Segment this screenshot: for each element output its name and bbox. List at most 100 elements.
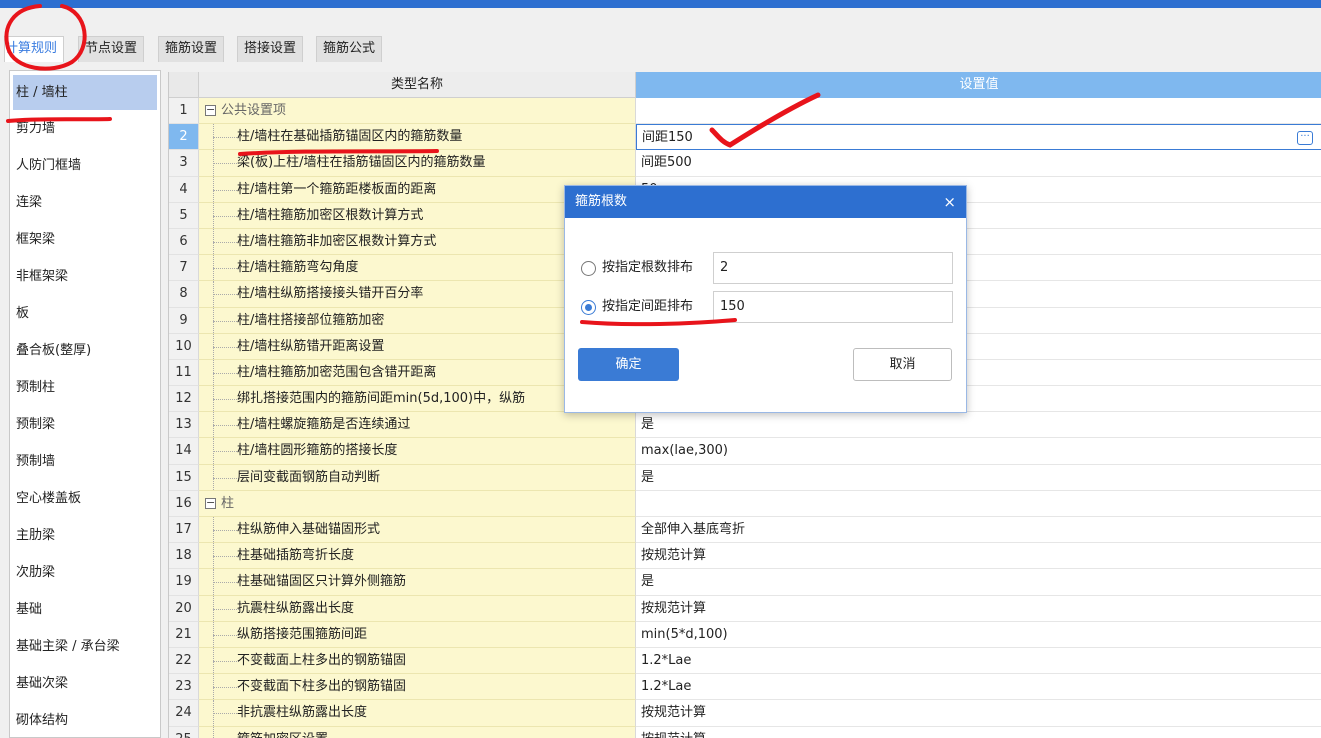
confirm-button[interactable]: 确定 xyxy=(578,348,679,381)
table-row[interactable]: 15 层间变截面钢筋自动判断 是 xyxy=(169,464,1321,491)
collapse-icon[interactable]: − xyxy=(205,104,216,116)
table-row[interactable]: 20 抗震柱纵筋露出长度 按规范计算 xyxy=(169,595,1321,622)
row-type-name-cell: 抗震柱纵筋露出长度 xyxy=(199,595,636,622)
sidebar-item-secondary-rib-beam[interactable]: 次肋梁 xyxy=(10,554,160,591)
table-row[interactable]: 17 柱纵筋伸入基础锚固形式 全部伸入基底弯折 xyxy=(169,517,1321,544)
tree-line xyxy=(205,307,239,333)
sidebar-item-slab[interactable]: 板 xyxy=(10,295,160,332)
sidebar-item-shear-wall[interactable]: 剪力墙 xyxy=(10,110,160,147)
sidebar-item-precast-wall[interactable]: 预制墙 xyxy=(10,443,160,480)
table-row[interactable]: 25 箍筋加密区设置 按规范计算 xyxy=(169,726,1321,738)
table-row[interactable]: 22 不变截面上柱多出的钢筋锚固 1.2*Lae xyxy=(169,647,1321,675)
row-type-name: 柱/墙柱螺旋箍筋是否连续通过 xyxy=(237,417,411,433)
row-number: 8 xyxy=(169,281,199,308)
sidebar-item-main-rib-beam[interactable]: 主肋梁 xyxy=(10,517,160,554)
table-row[interactable]: 13 柱/墙柱螺旋箍筋是否连续通过 是 xyxy=(169,412,1321,439)
row-setting-value-text: 按规范计算 xyxy=(641,732,706,738)
tree-line xyxy=(205,569,239,595)
table-row[interactable]: 3 梁(板)上柱/墙柱在插筋锚固区内的箍筋数量 间距500 xyxy=(169,150,1321,177)
sidebar-item-foundation-main-beam[interactable]: 基础主梁 / 承台梁 xyxy=(10,628,160,665)
row-number: 9 xyxy=(169,307,199,334)
sidebar-item-coupling-beam[interactable]: 连梁 xyxy=(10,184,160,221)
row-setting-value[interactable]: 1.2*Lae xyxy=(636,647,1321,675)
sidebar-item-masonry-structure[interactable]: 砌体结构 xyxy=(10,702,160,737)
row-setting-value[interactable]: 按规范计算 xyxy=(636,543,1321,570)
tab-node-settings[interactable]: 节点设置 xyxy=(78,36,145,62)
table-row[interactable]: 1− 公共设置项 xyxy=(169,98,1321,125)
tree-line xyxy=(205,176,239,202)
table-row[interactable]: 24 非抗震柱纵筋露出长度 按规范计算 xyxy=(169,700,1321,727)
table-row[interactable]: 2 柱/墙柱在基础插筋锚固区内的箍筋数量 间距150 ··· xyxy=(169,124,1321,151)
sidebar-item-column-wall-column[interactable]: 柱 / 墙柱 xyxy=(13,75,157,110)
row-setting-value[interactable]: max(lae,300) xyxy=(636,438,1321,465)
row-type-name: 柱/墙柱纵筋搭接接头错开百分率 xyxy=(237,286,424,302)
tab-stirrup-settings[interactable]: 箍筋设置 xyxy=(158,36,225,62)
tab-calc-rules[interactable]: 计算规则 xyxy=(4,36,65,62)
row-type-name-cell: 柱/墙柱在基础插筋锚固区内的箍筋数量 xyxy=(199,124,636,151)
row-type-name: 不变截面上柱多出的钢筋锚固 xyxy=(237,652,407,668)
row-setting-value[interactable]: 按规范计算 xyxy=(636,726,1321,738)
sidebar-item-foundation[interactable]: 基础 xyxy=(10,591,160,628)
tab-stirrup-formula[interactable]: 箍筋公式 xyxy=(316,36,383,62)
tree-line xyxy=(205,412,239,438)
table-row[interactable]: 19 柱基础锚固区只计算外侧箍筋 是 xyxy=(169,569,1321,596)
tree-line xyxy=(205,595,239,621)
row-type-name: 柱/墙柱搭接部位箍筋加密 xyxy=(237,312,385,328)
row-number: 16 xyxy=(169,490,199,517)
row-number: 18 xyxy=(169,543,199,570)
row-number: 25 xyxy=(169,726,199,738)
row-setting-value[interactable]: 1.2*Lae xyxy=(636,674,1321,701)
count-input[interactable]: 2 xyxy=(713,252,953,284)
row-setting-value[interactable]: 按规范计算 xyxy=(636,595,1321,622)
close-icon[interactable]: × xyxy=(943,186,956,218)
sidebar-item-civil-defense-door-frame[interactable]: 人防门框墙 xyxy=(10,147,160,184)
table-row[interactable]: 16− 柱 xyxy=(169,490,1321,517)
row-type-name: 层间变截面钢筋自动判断 xyxy=(237,469,381,485)
row-setting-value[interactable]: 是 xyxy=(636,464,1321,491)
row-type-name-cell: 非抗震柱纵筋露出长度 xyxy=(199,700,636,727)
row-type-name-cell: 柱基础锚固区只计算外侧箍筋 xyxy=(199,569,636,596)
dialog-title: 箍筋根数 xyxy=(575,194,628,209)
tree-line xyxy=(205,464,239,490)
collapse-icon[interactable]: − xyxy=(205,497,216,509)
table-row[interactable]: 14 柱/墙柱圆形箍筋的搭接长度 max(lae,300) xyxy=(169,438,1321,465)
sidebar-item-composite-slab[interactable]: 叠合板(整厚) xyxy=(10,332,160,369)
row-setting-value[interactable] xyxy=(636,98,1321,125)
radio-by-count[interactable] xyxy=(581,261,596,276)
row-setting-value-text: max(lae,300) xyxy=(641,443,728,459)
tree-line xyxy=(205,517,239,543)
table-row[interactable]: 21 纵筋搭接范围箍筋间距 min(5*d,100) xyxy=(169,621,1321,648)
ellipsis-icon[interactable]: ··· xyxy=(1297,131,1313,146)
dialog-title-bar: 箍筋根数 × xyxy=(565,186,966,218)
row-type-name: 纵筋搭接范围箍筋间距 xyxy=(237,626,368,642)
sidebar-item-foundation-secondary-beam[interactable]: 基础次梁 xyxy=(10,665,160,702)
option-by-count-label: 按指定根数排布 xyxy=(602,260,694,275)
spacing-input[interactable]: 150 xyxy=(713,291,953,323)
row-setting-value[interactable]: min(5*d,100) xyxy=(636,621,1321,648)
sidebar-item-precast-beam[interactable]: 预制梁 xyxy=(10,406,160,443)
radio-by-spacing[interactable] xyxy=(581,300,596,315)
tree-line xyxy=(205,726,235,738)
row-setting-value[interactable]: 间距500 xyxy=(636,150,1321,177)
table-row[interactable]: 18 柱基础插筋弯折长度 按规范计算 xyxy=(169,543,1321,570)
row-number: 12 xyxy=(169,386,199,413)
row-setting-value[interactable]: 全部伸入基底弯折 xyxy=(636,517,1321,544)
sidebar-item-precast-column[interactable]: 预制柱 xyxy=(10,369,160,406)
sidebar-item-frame-beam[interactable]: 框架梁 xyxy=(10,221,160,258)
tree-line xyxy=(205,647,239,674)
table-row[interactable]: 23 不变截面下柱多出的钢筋锚固 1.2*Lae xyxy=(169,674,1321,701)
row-setting-value[interactable] xyxy=(636,490,1321,517)
row-type-name-cell: 梁(板)上柱/墙柱在插筋锚固区内的箍筋数量 xyxy=(199,150,636,177)
row-setting-value[interactable]: 按规范计算 xyxy=(636,700,1321,727)
row-setting-value[interactable]: 是 xyxy=(636,412,1321,439)
sidebar-item-hollow-floor-slab[interactable]: 空心楼盖板 xyxy=(10,480,160,517)
row-type-name-cell: − 柱 xyxy=(199,490,636,517)
tree-line xyxy=(205,700,239,726)
row-setting-value[interactable]: 是 xyxy=(636,569,1321,596)
stirrup-count-dialog: 箍筋根数 × 按指定根数排布 2 按指定间距排布 150 确定 取消 xyxy=(564,185,967,413)
row-setting-value[interactable]: 间距150 ··· xyxy=(636,124,1321,151)
tab-lap-settings[interactable]: 搭接设置 xyxy=(237,36,304,62)
row-setting-value-text: 间距500 xyxy=(641,155,692,171)
sidebar-item-non-frame-beam[interactable]: 非框架梁 xyxy=(10,258,160,295)
cancel-button[interactable]: 取消 xyxy=(853,348,952,381)
